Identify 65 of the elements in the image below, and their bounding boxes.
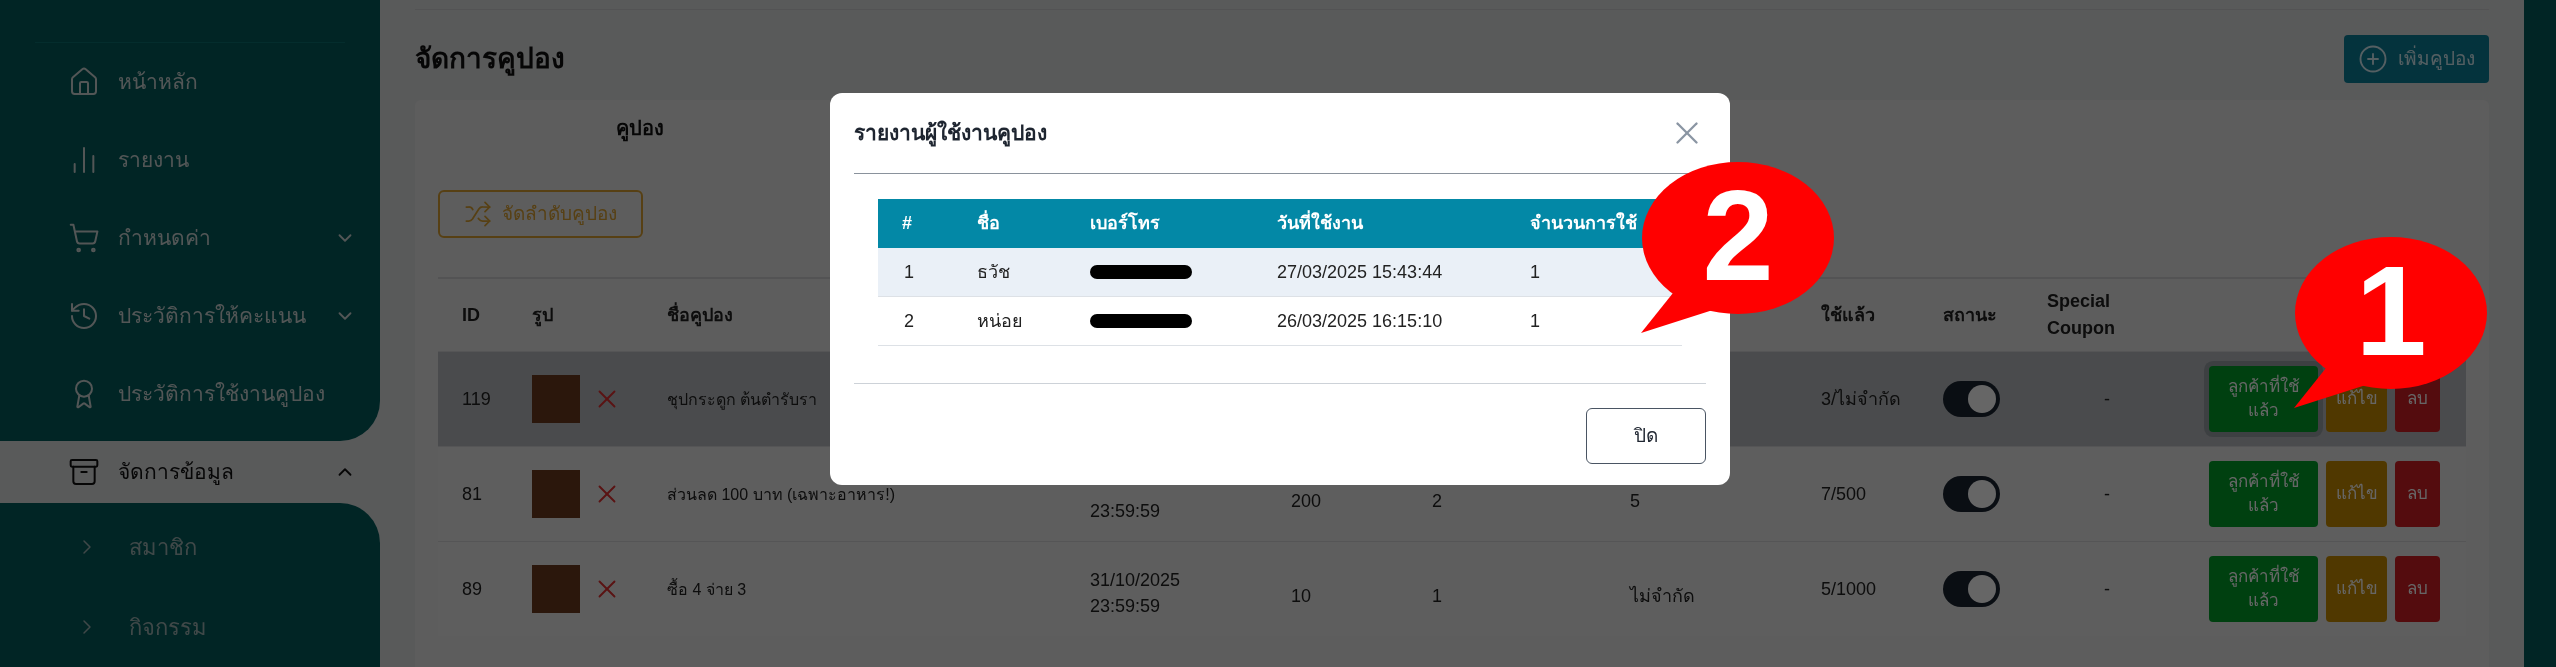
table-cell-text: หน่อย	[977, 309, 1024, 333]
status-toggle[interactable]	[1943, 571, 2000, 607]
customers-button[interactable]: ลูกค้าที่ใช้แล้ว	[2209, 556, 2318, 622]
submenu-item[interactable]: กิจกรรม	[0, 587, 380, 667]
add-coupon-button[interactable]: เพิ่มคูปอง	[2344, 35, 2489, 83]
photo-placeholder	[532, 375, 580, 423]
sort-button[interactable]: จัดลำดับคูปอง	[438, 190, 643, 238]
plus-circle-icon	[2358, 44, 2388, 74]
edit-button[interactable]: แก้ไข	[2326, 461, 2387, 527]
table-cell-text: 2	[903, 309, 915, 333]
table-cell-text: ธวัช	[977, 260, 1011, 284]
table-cell-text: 31/10/2025	[1090, 569, 1182, 592]
column-header: รูป	[532, 303, 554, 329]
table-cell: 89	[462, 578, 483, 599]
table-cell: ส่วนลด 100 บาท (เฉพาะอาหาร!)	[667, 485, 896, 503]
table-cell: 119	[462, 388, 491, 409]
sidebar-item[interactable]: ประวัติการใช้งานคูปอง	[35, 355, 380, 433]
modal-title: รายงานผู้ใช้งานคูปอง	[854, 119, 1047, 149]
table-cell-text: 5/1000	[1821, 578, 1878, 601]
table-cell-text: 1	[1530, 309, 1541, 333]
column-header: Special Coupon	[2047, 290, 2116, 340]
page-title: จัดการคูปอง	[415, 42, 565, 78]
table-cell: 1	[1432, 585, 1442, 606]
column-header: ID	[462, 303, 481, 327]
table-cell-text: 1	[1530, 260, 1541, 284]
table-cell: ซื้อ 4 จ่าย 3	[667, 580, 747, 598]
home-icon	[68, 66, 100, 98]
table-cell: -	[2104, 578, 2110, 599]
edit-button[interactable]: แก้ไข	[2326, 556, 2387, 622]
delete-button[interactable]: ลบ	[2395, 461, 2440, 527]
submenu-item[interactable]: สมาชิก	[0, 507, 380, 587]
table-cell: 81	[462, 483, 483, 504]
table-cell-text: 23:59:59	[1090, 595, 1162, 618]
table-cell: -	[2104, 483, 2110, 504]
table-cell: 5	[1630, 490, 1640, 511]
shuffle-icon	[464, 200, 492, 228]
column-header: สถานะ	[1943, 303, 1998, 327]
close-button[interactable]: ปิด	[1586, 408, 1706, 464]
sidebar-item[interactable]: หน้าหลัก	[35, 43, 380, 121]
table-cell: ไม่จำกัด	[1630, 585, 1695, 606]
sidebar-item[interactable]: กำหนดค่า	[35, 199, 380, 277]
column-header: ใช้แล้ว	[1821, 303, 1876, 327]
table-cell: 200	[1291, 490, 1322, 511]
table-cell-text: 1	[903, 260, 915, 284]
status-toggle[interactable]	[1943, 476, 2000, 512]
table-cell-text: 26/03/2025 16:15:10	[1277, 309, 1444, 333]
table-cell: -	[2104, 388, 2110, 409]
table-cell: ชุปกระดูก ต้นตำรับรา	[667, 390, 818, 408]
table-cell-text: 23:59:59	[1090, 500, 1162, 523]
status-toggle[interactable]	[1943, 381, 2000, 417]
table-cell: 10	[1291, 585, 1312, 606]
customers-button[interactable]: ลูกค้าที่ใช้แล้ว	[2209, 461, 2318, 527]
sidebar-item[interactable]: รายงาน	[35, 121, 380, 199]
table-cell-text: 27/03/2025 15:43:44	[1277, 260, 1444, 284]
sidebar-item[interactable]: ประวัติการให้คะแนน	[35, 277, 380, 355]
history-icon	[68, 300, 100, 332]
photo-placeholder	[532, 470, 580, 518]
photo-placeholder	[532, 565, 580, 613]
table-cell-text: 3/ไม่จำกัด	[1821, 388, 1901, 411]
delete-button[interactable]: ลบ	[2395, 556, 2440, 622]
table-cell-text: 7/500	[1821, 483, 1868, 506]
column-header: ชื่อคูปอง	[667, 301, 734, 329]
cart-icon	[68, 222, 100, 254]
archive-icon	[68, 456, 100, 488]
table-cell: 2	[1432, 490, 1442, 511]
